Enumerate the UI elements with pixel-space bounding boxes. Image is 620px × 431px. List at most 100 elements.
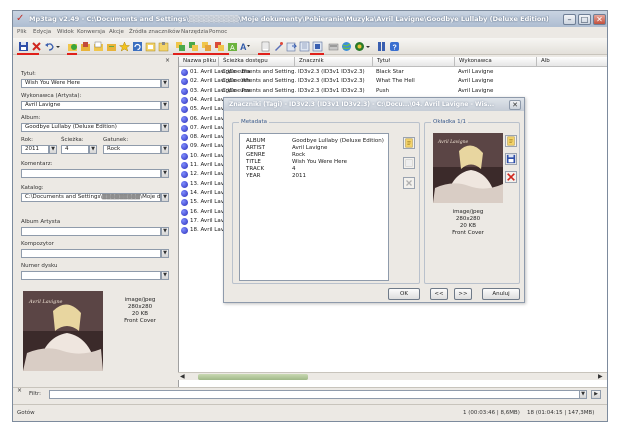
undo-icon[interactable] [44, 41, 55, 52]
tag-filename-icon[interactable] [175, 41, 186, 52]
cover-info: image/jpeg 280x280 20 KB Front Cover [109, 297, 171, 325]
cd-icon[interactable] [328, 41, 339, 52]
export-icon[interactable] [286, 41, 297, 52]
extended-tags-icon[interactable]: A [239, 41, 250, 52]
tools-icon[interactable] [376, 41, 387, 52]
select-all-icon[interactable] [312, 41, 323, 52]
year-field[interactable]: 2011 [21, 145, 49, 154]
album-artist-field[interactable] [21, 227, 161, 236]
column-header-artist[interactable]: Wykonawca [455, 57, 537, 67]
table-row[interactable]: 03. Avril Lavigne - Push.mp3C:\Documents… [179, 87, 607, 96]
tag-sources-icon[interactable] [260, 41, 271, 52]
column-header-path[interactable]: Ścieżka dostępu [219, 57, 295, 67]
playlist-icon[interactable] [299, 41, 310, 52]
disc-dropdown[interactable]: ▼ [161, 271, 169, 280]
previous-file-button[interactable]: << [430, 288, 448, 300]
tag-panel-close-button[interactable]: × [165, 57, 170, 64]
artist-dropdown[interactable]: ▼ [161, 101, 169, 110]
svg-text:A: A [230, 45, 235, 52]
directory-dropdown[interactable]: ▼ [161, 193, 169, 202]
menu-view[interactable]: Widok [57, 29, 74, 35]
column-header-filename[interactable]: Nazwa pliku [179, 57, 219, 67]
dropdown-icon[interactable] [55, 41, 61, 52]
copy-tag-icon[interactable] [145, 41, 156, 52]
open-folder-icon[interactable] [80, 41, 91, 52]
cover-size: 20 KB [131, 311, 149, 317]
filter-pin-icon[interactable]: × [17, 387, 22, 394]
folder-list-icon[interactable] [106, 41, 117, 52]
album-artist-dropdown[interactable]: ▼ [161, 227, 169, 236]
menu-file[interactable]: Plik [17, 29, 27, 35]
disc-field[interactable] [21, 271, 161, 280]
dialog-close-button[interactable]: ✕ [509, 100, 521, 110]
save-cover-icon[interactable] [505, 153, 517, 165]
save-icon[interactable] [18, 41, 29, 52]
dialog-album-cover[interactable]: Avril Lavigne [433, 133, 503, 203]
refresh-icon[interactable] [132, 41, 143, 52]
year-dropdown[interactable]: ▼ [49, 145, 57, 154]
add-folder-icon[interactable] [67, 41, 78, 52]
scrollbar-thumb[interactable] [198, 374, 308, 380]
column-header-tag[interactable]: Znacznik [295, 57, 373, 67]
dropdown-icon[interactable] [365, 41, 371, 52]
artist-field[interactable]: Avril Lavigne [21, 101, 161, 110]
genre-field[interactable]: Rock [103, 145, 161, 154]
text-tag-icon[interactable] [214, 41, 225, 52]
close-button[interactable]: ✕ [593, 14, 606, 25]
actions-icon[interactable] [273, 41, 284, 52]
menu-help[interactable]: Pomoc [209, 29, 227, 35]
add-field-icon[interactable] [403, 137, 415, 149]
filename-tag-icon[interactable] [188, 41, 199, 52]
horizontal-scrollbar[interactable]: ◀ ▶ [178, 372, 607, 380]
open-file-icon[interactable] [93, 41, 104, 52]
table-row[interactable]: 01. Avril Lavigne - Black S...C:\Documen… [179, 68, 607, 77]
filter-apply-button[interactable]: ▶ [591, 390, 601, 399]
comment-dropdown[interactable]: ▼ [161, 169, 169, 178]
menu-actions[interactable]: Akcje [109, 29, 124, 35]
comment-field[interactable] [21, 169, 161, 178]
filter-input[interactable] [49, 390, 587, 399]
ok-button[interactable]: OK [388, 288, 420, 300]
scroll-right-arrow-icon[interactable]: ▶ [598, 373, 603, 380]
minimize-button[interactable]: – [563, 14, 576, 25]
album-cover-thumbnail[interactable]: Avril Lavigne [23, 291, 103, 371]
column-header-title[interactable]: Tytuł [373, 57, 455, 67]
web-icon[interactable] [341, 41, 352, 52]
album-dropdown[interactable]: ▼ [161, 123, 169, 132]
menu-tag-sources[interactable]: Źródła znaczników [129, 29, 180, 35]
directory-field[interactable]: C:\Documents and Settings\▒▒▒▒▒▒▒▒▒\Moje… [21, 193, 161, 202]
scroll-left-arrow-icon[interactable]: ◀ [180, 373, 185, 380]
svg-text:A: A [240, 42, 247, 52]
delete-icon[interactable] [31, 41, 42, 52]
next-file-button[interactable]: >> [454, 288, 472, 300]
column-header-album[interactable]: Alb [537, 57, 607, 67]
track-dropdown[interactable]: ▼ [89, 145, 97, 154]
composer-dropdown[interactable]: ▼ [161, 249, 169, 258]
help-icon[interactable]: ? [389, 41, 400, 52]
cancel-button[interactable]: Anuluj [482, 288, 520, 300]
filename-filename-icon[interactable] [201, 41, 212, 52]
metadata-list[interactable]: ALBUM Goodbye Lullaby (Deluxe Edition) ART… [239, 133, 389, 281]
remove-cover-icon[interactable] [505, 171, 517, 183]
case-conversion-icon[interactable]: A [227, 41, 238, 52]
paste-tag-icon[interactable] [158, 41, 169, 52]
remove-field-icon[interactable] [403, 177, 415, 189]
add-cover-icon[interactable] [505, 135, 517, 147]
track-field[interactable]: 4 [61, 145, 89, 154]
audio-file-icon [181, 134, 188, 142]
genre-dropdown[interactable]: ▼ [161, 145, 169, 154]
composer-field[interactable] [21, 249, 161, 258]
menu-edit[interactable]: Edycja [33, 29, 51, 35]
filter-dropdown[interactable]: ▼ [579, 390, 587, 399]
edit-field-icon[interactable] [403, 157, 415, 169]
table-row[interactable]: 02. Avril Lavigne - What T...C:\Document… [179, 77, 607, 86]
web-sources-icon[interactable] [354, 41, 365, 52]
favorites-icon[interactable] [119, 41, 130, 52]
menu-tools[interactable]: Narzędzia [181, 29, 208, 35]
maximize-button[interactable]: □ [578, 14, 591, 25]
album-field[interactable]: Goodbye Lullaby (Deluxe Edition) [21, 123, 161, 132]
title-dropdown[interactable]: ▼ [161, 79, 169, 88]
title-field[interactable]: Wish You Were Here [21, 79, 161, 88]
menu-convert[interactable]: Konwersja [77, 29, 105, 35]
highlight-underline [67, 53, 77, 55]
